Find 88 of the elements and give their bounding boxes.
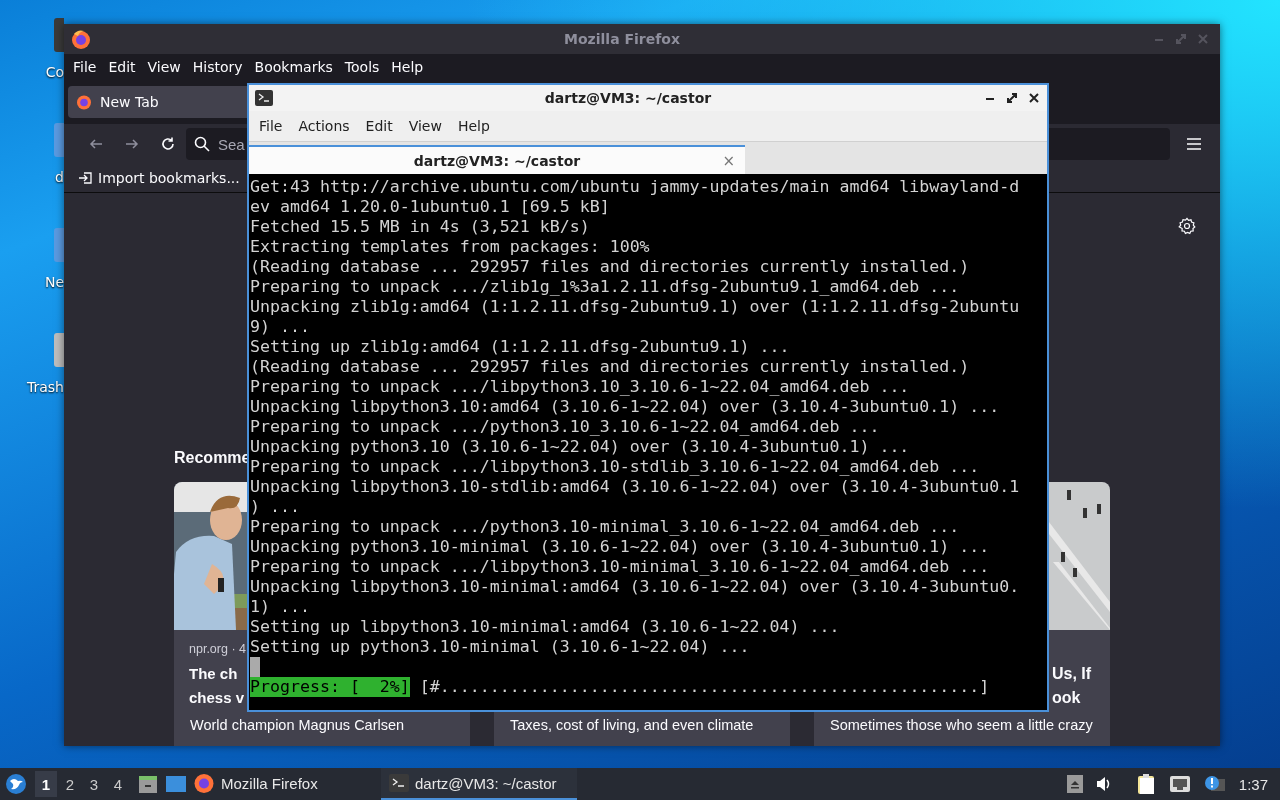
taskbar-button[interactable]: Mozilla Firefox [187,768,377,800]
search-icon [194,136,210,152]
firefox-icon [76,94,92,110]
card-footer[interactable]: World champion Magnus Carlsen [174,711,470,746]
terminal-line: Get:43 http://archive.ubuntu.com/ubuntu jammy-updates/main amd64 libwayland-d [249,177,1020,197]
terminal-line: Unpacking python3.10 (3.10.6-1~22.04) over (3.10.4-3ubuntu0.1) ... [249,437,910,457]
terminal-line: ev amd64 1.20.0-1ubuntu0.1 [69.5 kB] [249,197,610,217]
card-footer[interactable]: Taxes, cost of living, and even climate [494,711,790,746]
icon-label[interactable]: Co [45,64,64,80]
terminal-line: ) ... [249,497,300,517]
firefox-icon [70,28,92,50]
menu-item[interactable]: Actions [290,118,358,134]
story-card[interactable]: Us, If ook [1049,482,1110,711]
section-heading: Recomme [174,449,251,467]
menu-item[interactable]: File [251,118,291,134]
card-footer[interactable]: Sometimes those who seem a little crazy [814,711,1110,746]
menu-item[interactable]: Help [449,118,498,134]
story-card[interactable]: npr.org · 4 The ch chess v [174,482,247,711]
menu-item[interactable]: Bookmarks [248,59,339,75]
terminal-line: Preparing to unpack .../libpython3.10_3.10.6-1~22.04_amd64.deb ... [249,377,910,397]
progress-bar-text: [#......................................................] [419,677,990,697]
terminal-line: Unpacking zlib1g:amd64 (1:1.2.11.dfsg-2ubuntu9.1) over (1:1.2.11.dfsg-2ubuntu [249,297,1020,317]
terminal-line: Preparing to unpack .../libpython3.10-minimal_3.10.6-1~22.04_amd64.deb ... [249,557,990,577]
import-icon[interactable] [78,170,94,186]
eject-icon[interactable] [1066,775,1083,793]
menu-item[interactable]: Tools [338,59,386,75]
settings-icon[interactable] [1178,217,1196,235]
clock[interactable]: 1:37 [1238,775,1268,793]
window-title: Mozilla Firefox [563,31,681,47]
bookmark-link[interactable]: Import bookmarks... [98,170,240,186]
story-summary: Sometimes those who seem a little crazy [830,716,1093,735]
menu-item[interactable]: Help [385,59,430,75]
menu-item[interactable]: Edit [102,59,142,75]
close-icon[interactable] [1027,91,1041,105]
story-summary: World champion Magnus Carlsen [190,716,405,735]
workspace-button[interactable]: 3 [83,771,105,797]
menu-item[interactable]: View [141,59,187,75]
terminal-line: Preparing to unpack .../python3.10_3.10.6-1~22.04_amd64.deb ... [249,417,880,437]
close-button[interactable]: × [722,151,735,170]
menu-item[interactable]: Edit [357,118,401,134]
terminal-line: Setting up python3.10-minimal (3.10.6-1~22.04) ... [249,637,750,657]
window-title: dartz@VM3: ~/castor [543,90,713,106]
terminal-line: 1) ... [249,597,310,617]
terminal-line: Extracting templates from packages: 100% [249,237,650,257]
terminal-line: Setting up zlib1g:amd64 (1:1.2.11.dfsg-2ubuntu9.1) ... [249,337,790,357]
maximize-icon[interactable] [1005,91,1019,105]
terminal-line: Unpacking libpython3.10-minimal:amd64 (3.10.6-1~22.04) over (3.10.4-3ubuntu0. [249,577,1020,597]
start-menu-icon[interactable] [5,773,27,795]
terminal-line: (Reading database ... 292957 files and directories currently installed.) [249,357,970,377]
menu-item[interactable]: View [400,118,450,134]
menu-item[interactable]: File [67,59,103,75]
terminal-line: Unpacking libpython3.10-stdlib:amd64 (3.10.6-1~22.04) over (3.10.4-3ubuntu0.1 [249,477,1020,497]
story-source: npr.org · 4 [189,642,246,656]
terminal-line: Fetched 15.5 MB in 4s (3,521 kB/s) [249,217,590,237]
network-icon[interactable] [1168,775,1191,793]
icon-label[interactable]: Trash [27,379,64,395]
story-title: ook [1052,688,1081,708]
workspace-button[interactable]: 4 [107,771,129,797]
menu-item[interactable]: History [186,59,249,75]
story-title: Us, If [1052,664,1092,684]
firefox-icon [193,772,215,794]
story-title: The ch [189,664,238,684]
terminal-tab[interactable]: dartz@VM3: ~/castor × [249,145,745,174]
terminal-line: Setting up libpython3.10-minimal:amd64 (3.10.6-1~22.04) ... [249,617,840,637]
workspace-button[interactable]: 2 [59,771,81,797]
story-title: chess v [189,688,245,708]
terminal-line: (Reading database ... 292957 files and directories currently installed.) [249,257,970,277]
clipboard-icon[interactable] [1136,773,1157,795]
terminal-line: Unpacking libpython3.10:amd64 (3.10.6-1~22.04) over (3.10.4-3ubuntu0.1) ... [249,397,1000,417]
story-summary: Taxes, cost of living, and even climate [510,716,754,735]
desktop-icon[interactable] [165,775,187,793]
taskbar-button[interactable]: dartz@VM3: ~/castor [381,768,577,800]
file-cabinet-icon[interactable] [137,773,159,795]
terminal-line: Unpacking python3.10-minimal (3.10.6-1~22.04) over (3.10.4-3ubuntu0.1) ... [249,537,990,557]
terminal-icon [255,90,273,106]
terminal-icon [389,774,409,792]
progress-label: Progress: [ 2%] [250,677,410,697]
search-field[interactable]: Sea [186,128,247,160]
terminal-line: Preparing to unpack .../zlib1g_1%3a1.2.11.dfsg-2ubuntu9.1_amd64.deb ... [249,277,960,297]
browser-tab[interactable]: New Tab [68,86,247,118]
workspace-button[interactable]: 1 [35,771,57,797]
notification-icon[interactable] [1202,774,1225,794]
terminal-cursor [250,657,260,677]
reload-icon[interactable] [160,136,176,152]
terminal-line: 9) ... [249,317,310,337]
terminal-line: Preparing to unpack .../python3.10-minimal_3.10.6-1~22.04_amd64.deb ... [249,517,960,537]
menu-icon[interactable] [1186,137,1202,151]
terminal-line: Preparing to unpack .../libpython3.10-stdlib_3.10.6-1~22.04_amd64.deb ... [249,457,980,477]
